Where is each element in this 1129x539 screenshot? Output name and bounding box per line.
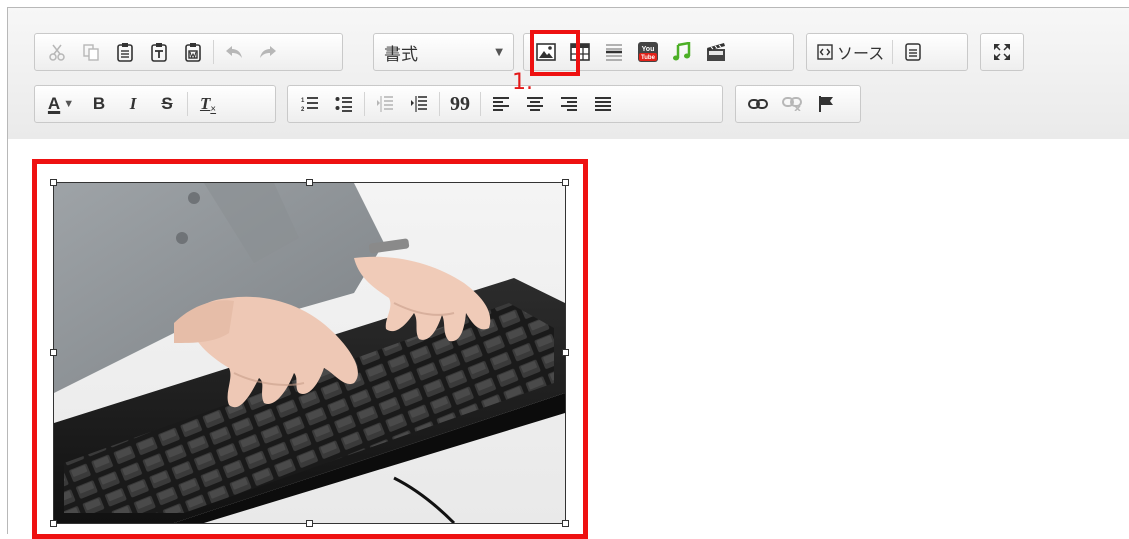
annotation-highlight-box xyxy=(530,30,580,76)
resize-handle-top[interactable] xyxy=(306,179,313,186)
horizontal-rule-icon[interactable] xyxy=(599,37,629,67)
links-group xyxy=(735,85,861,123)
source-icon xyxy=(817,44,833,60)
svg-text:2: 2 xyxy=(301,107,305,113)
paste-icon[interactable] xyxy=(110,37,140,67)
paragraph-group: 12 99 xyxy=(287,85,723,123)
blockquote-glyph: 99 xyxy=(450,92,470,115)
remove-format-x-icon: × xyxy=(210,103,217,115)
youtube-icon[interactable]: You Tube xyxy=(633,37,663,67)
toolbar-separator xyxy=(480,92,481,116)
annotation-step-label: 1. xyxy=(512,70,533,95)
resize-handle-right[interactable] xyxy=(562,349,569,356)
bold-button[interactable]: B xyxy=(84,89,114,119)
text-color-button[interactable]: A ▼ xyxy=(42,89,80,119)
remove-format-button[interactable]: T × xyxy=(193,89,223,119)
anchor-flag-icon[interactable] xyxy=(811,89,841,119)
align-right-icon[interactable] xyxy=(554,89,584,119)
clipboard-group xyxy=(34,33,343,71)
toolbar-separator xyxy=(439,92,440,116)
blockquote-button[interactable]: 99 xyxy=(445,89,475,119)
numbered-list-icon[interactable]: 12 xyxy=(295,89,325,119)
maximize-group xyxy=(980,33,1024,71)
align-justify-icon[interactable] xyxy=(588,89,618,119)
outdent-icon[interactable] xyxy=(370,89,400,119)
inserted-image[interactable] xyxy=(53,182,566,524)
resize-handle-bottom[interactable] xyxy=(306,520,313,527)
format-combo-value: 書式 xyxy=(384,44,418,65)
toolbar-separator xyxy=(364,92,365,116)
source-button[interactable]: ソース xyxy=(814,37,887,67)
chevron-down-icon: ▼ xyxy=(63,98,75,110)
resize-handle-bottom-right[interactable] xyxy=(562,520,569,527)
format-combo[interactable]: 書式 ▼ xyxy=(373,33,514,71)
maximize-icon[interactable] xyxy=(988,37,1016,67)
strike-glyph: S xyxy=(161,94,173,113)
keyboard-photo xyxy=(54,183,565,523)
resize-handle-top-left[interactable] xyxy=(50,179,57,186)
bullet-list-icon[interactable] xyxy=(329,89,359,119)
resize-handle-left[interactable] xyxy=(50,349,57,356)
link-icon[interactable] xyxy=(743,89,773,119)
paste-word-icon[interactable] xyxy=(178,37,208,67)
source-label: ソース xyxy=(837,44,885,63)
bold-glyph: B xyxy=(92,94,106,113)
svg-text:1: 1 xyxy=(301,98,305,104)
paste-text-icon[interactable] xyxy=(144,37,174,67)
resize-handle-top-right[interactable] xyxy=(562,179,569,186)
svg-text:You: You xyxy=(642,46,655,53)
unlink-icon[interactable] xyxy=(777,89,807,119)
chevron-down-icon: ▼ xyxy=(495,46,503,58)
resize-handle-bottom-left[interactable] xyxy=(50,520,57,527)
strikethrough-button[interactable]: S xyxy=(152,89,182,119)
rich-text-editor: 書式 ▼ You Tube ソース A ▼ B I S T × 1 2 99 1… xyxy=(7,7,1129,539)
video-icon[interactable] xyxy=(701,37,731,67)
copy-icon[interactable] xyxy=(76,37,106,67)
indent-icon[interactable] xyxy=(404,89,434,119)
cut-icon[interactable] xyxy=(42,37,72,67)
basic-styles-group: A ▼ B I S T × xyxy=(34,85,276,123)
remove-format-glyph: T xyxy=(199,94,211,113)
audio-icon[interactable] xyxy=(667,37,697,67)
toolbar-separator xyxy=(187,92,188,116)
editor-content-area[interactable] xyxy=(8,139,1129,539)
toolbar-separator xyxy=(213,40,214,64)
source-group: ソース xyxy=(806,33,968,71)
undo-icon[interactable] xyxy=(219,37,249,67)
svg-text:Tube: Tube xyxy=(641,55,656,61)
toolbar-separator xyxy=(892,40,894,64)
editor-toolbar: 書式 ▼ You Tube ソース A ▼ B I S T × 1 2 99 1… xyxy=(8,8,1129,140)
italic-button[interactable]: I xyxy=(118,89,148,119)
text-color-glyph: A xyxy=(47,94,61,113)
document-icon[interactable] xyxy=(898,37,928,67)
redo-icon[interactable] xyxy=(253,37,283,67)
italic-glyph: I xyxy=(129,94,137,113)
